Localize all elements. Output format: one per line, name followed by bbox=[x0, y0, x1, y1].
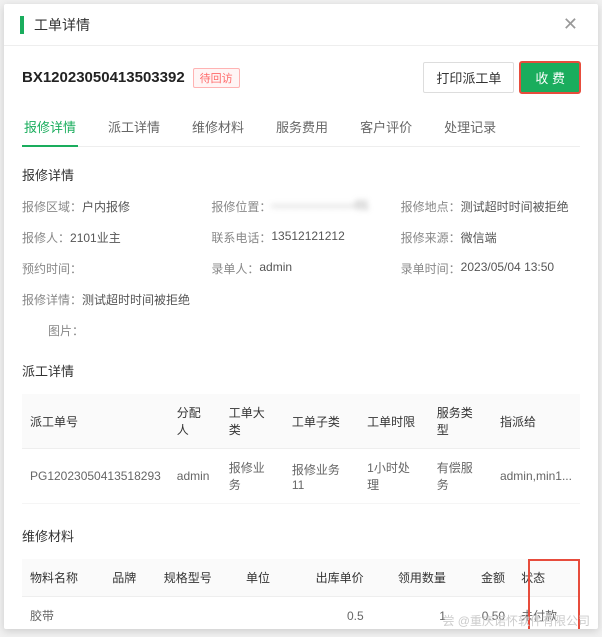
tabs: 报修详情 派工详情 维修材料 服务费用 客户评价 处理记录 bbox=[22, 111, 580, 147]
materials-table-wrap: 物料名称 品牌 规格型号 单位 出库单价 领用数量 金额 状态 胶带 0.510.… bbox=[22, 559, 580, 629]
td: 1小时处理 bbox=[359, 449, 429, 504]
value: 13512121212 bbox=[271, 229, 344, 246]
td bbox=[238, 597, 289, 630]
accent-bar bbox=[20, 16, 24, 34]
th: 工单大类 bbox=[221, 394, 284, 449]
order-left: BX12023050413503392 待回访 bbox=[22, 68, 240, 88]
charge-button[interactable]: 收 费 bbox=[520, 62, 580, 93]
field-recorder: 录单人：admin bbox=[211, 260, 390, 277]
td: 有偿服务 bbox=[429, 449, 492, 504]
th: 分配人 bbox=[169, 394, 221, 449]
repair-section: 报修详情 报修区域：户内报修 报修位置：———————01 报修地点：测试超时时… bbox=[22, 165, 580, 339]
dialog-header: 工单详情 ✕ bbox=[4, 4, 598, 46]
th: 工单时限 bbox=[359, 394, 429, 449]
table-header-row: 物料名称 品牌 规格型号 单位 出库单价 领用数量 金额 状态 bbox=[22, 559, 580, 597]
td: 0.50 bbox=[454, 597, 513, 630]
value: 户内报修 bbox=[82, 198, 130, 215]
tab-repair-detail[interactable]: 报修详情 bbox=[22, 111, 78, 146]
value: 2101业主 bbox=[70, 229, 121, 246]
field-detail: 报修详情：测试超时时间被拒绝 bbox=[22, 291, 580, 308]
tab-dispatch-detail[interactable]: 派工详情 bbox=[106, 111, 162, 146]
order-header: BX12023050413503392 待回访 打印派工单 收 费 bbox=[22, 62, 580, 93]
close-icon[interactable]: ✕ bbox=[559, 14, 582, 35]
field-area: 报修区域：户内报修 bbox=[22, 198, 201, 215]
tab-materials[interactable]: 维修材料 bbox=[190, 111, 246, 146]
work-order-dialog: 工单详情 ✕ BX12023050413503392 待回访 打印派工单 收 费… bbox=[4, 4, 598, 629]
repair-info-grid: 报修区域：户内报修 报修位置：———————01 报修地点：测试超时时间被拒绝 … bbox=[22, 198, 580, 339]
dialog-body: BX12023050413503392 待回访 打印派工单 收 费 报修详情 派… bbox=[4, 46, 598, 629]
value: 微信端 bbox=[461, 229, 497, 246]
field-rectime: 录单时间：2023/05/04 13:50 bbox=[401, 260, 580, 277]
value: admin bbox=[259, 260, 292, 277]
dispatch-section: 派工详情 派工单号 分配人 工单大类 工单子类 工单时限 服务类型 指派给 PG… bbox=[22, 361, 580, 504]
print-button[interactable]: 打印派工单 bbox=[423, 62, 514, 93]
td bbox=[156, 597, 238, 630]
field-source: 报修来源：微信端 bbox=[401, 229, 580, 246]
field-phone: 联系电话：13512121212 bbox=[211, 229, 390, 246]
value: 2023/05/04 13:50 bbox=[461, 260, 554, 277]
td: 胶带 bbox=[22, 597, 104, 630]
table-row: PG12023050413518293 admin 报修业务 报修业务11 1小… bbox=[22, 449, 580, 504]
label: 报修位置： bbox=[211, 198, 271, 215]
status-badge: 待回访 bbox=[193, 68, 240, 88]
value: 测试超时时间被拒绝 bbox=[461, 198, 569, 215]
value: 测试超时时间被拒绝 bbox=[82, 291, 190, 308]
materials-section: 维修材料 物料名称 品牌 规格型号 单位 出库单价 领用数量 金额 状态 bbox=[22, 526, 580, 629]
td: 报修业务 bbox=[221, 449, 284, 504]
label: 录单人： bbox=[211, 260, 259, 277]
field-person: 报修人：2101业主 bbox=[22, 229, 201, 246]
value: ———————01 bbox=[271, 198, 368, 215]
label: 报修来源： bbox=[401, 229, 461, 246]
th: 金额 bbox=[454, 559, 513, 597]
label: 报修地点： bbox=[401, 198, 461, 215]
th: 状态 bbox=[513, 559, 580, 597]
th: 单位 bbox=[238, 559, 289, 597]
repair-section-title: 报修详情 bbox=[22, 165, 580, 184]
order-actions: 打印派工单 收 费 bbox=[423, 62, 580, 93]
table-row: 胶带 0.510.50未付款 bbox=[22, 597, 580, 630]
th: 工单子类 bbox=[284, 394, 359, 449]
field-spot: 报修地点：测试超时时间被拒绝 bbox=[401, 198, 580, 215]
label: 联系电话： bbox=[211, 229, 271, 246]
field-appoint: 预约时间： bbox=[22, 260, 201, 277]
td: 1 bbox=[372, 597, 454, 630]
td: 报修业务11 bbox=[284, 449, 359, 504]
th: 指派给 bbox=[492, 394, 580, 449]
table-header-row: 派工单号 分配人 工单大类 工单子类 工单时限 服务类型 指派给 bbox=[22, 394, 580, 449]
label: 报修详情： bbox=[22, 291, 82, 308]
materials-table: 物料名称 品牌 规格型号 单位 出库单价 领用数量 金额 状态 胶带 0.510.… bbox=[22, 559, 580, 629]
td bbox=[104, 597, 155, 630]
dialog-title: 工单详情 bbox=[34, 15, 90, 35]
th: 派工单号 bbox=[22, 394, 169, 449]
label: 预约时间： bbox=[22, 260, 82, 277]
td: admin,min1... bbox=[492, 449, 580, 504]
materials-section-title: 维修材料 bbox=[22, 526, 580, 545]
th: 出库单价 bbox=[289, 559, 371, 597]
label: 图片： bbox=[48, 322, 84, 339]
dispatch-table: 派工单号 分配人 工单大类 工单子类 工单时限 服务类型 指派给 PG12023… bbox=[22, 394, 580, 504]
td: PG12023050413518293 bbox=[22, 449, 169, 504]
label: 录单时间： bbox=[401, 260, 461, 277]
th: 品牌 bbox=[104, 559, 155, 597]
tab-customer-review[interactable]: 客户评价 bbox=[358, 111, 414, 146]
dispatch-section-title: 派工详情 bbox=[22, 361, 580, 380]
th: 服务类型 bbox=[429, 394, 492, 449]
td-status: 未付款 bbox=[513, 597, 580, 630]
th: 物料名称 bbox=[22, 559, 104, 597]
th: 规格型号 bbox=[156, 559, 238, 597]
label: 报修人： bbox=[22, 229, 70, 246]
dialog-title-wrap: 工单详情 bbox=[20, 15, 90, 35]
tab-process-log[interactable]: 处理记录 bbox=[442, 111, 498, 146]
tab-service-fee[interactable]: 服务费用 bbox=[274, 111, 330, 146]
field-location: 报修位置：———————01 bbox=[211, 198, 390, 215]
td: admin bbox=[169, 449, 221, 504]
field-pic: 图片： bbox=[22, 322, 580, 339]
td: 0.5 bbox=[289, 597, 371, 630]
order-number: BX12023050413503392 bbox=[22, 69, 185, 86]
th: 领用数量 bbox=[372, 559, 454, 597]
label: 报修区域： bbox=[22, 198, 82, 215]
